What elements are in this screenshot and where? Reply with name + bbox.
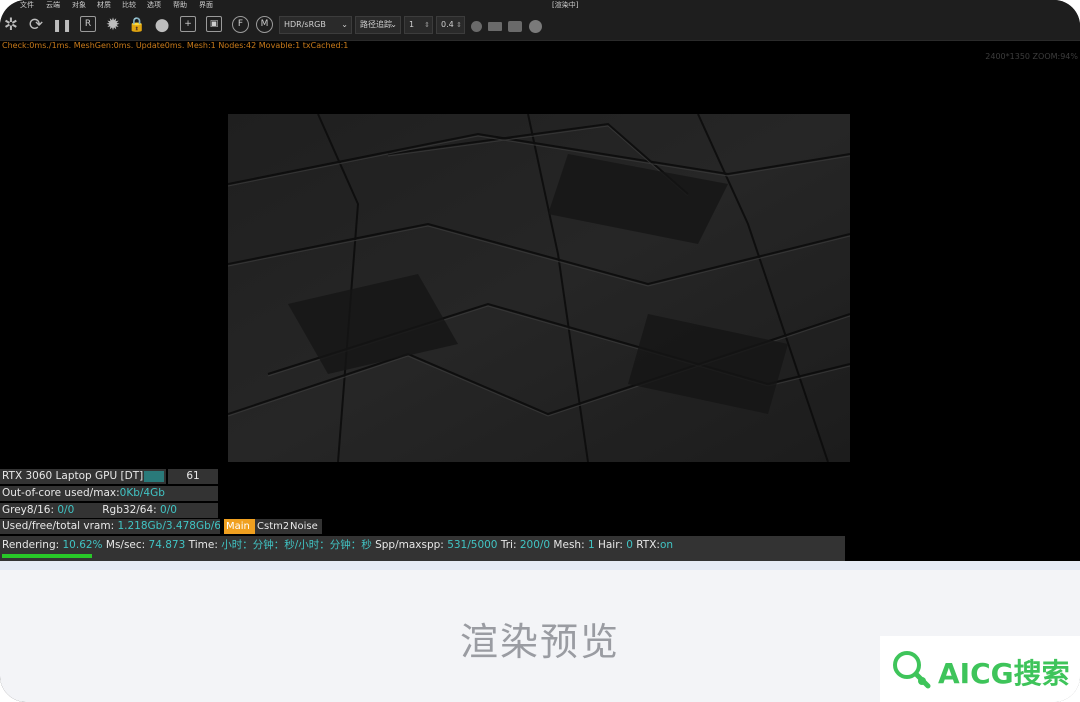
render-progress-fill	[2, 554, 92, 558]
gear-icon[interactable]: ✲	[2, 16, 20, 34]
menu-interface[interactable]: 界面	[199, 0, 213, 10]
chevron-down-icon: ⌄	[341, 20, 348, 29]
render-debug-info: Check:0ms./1ms. MeshGen:0ms. Update0ms. …	[2, 41, 349, 50]
tab-noise[interactable]: Noise	[288, 519, 322, 534]
stepper-icon[interactable]: ⇕	[456, 17, 462, 33]
magnifier-icon	[893, 651, 931, 689]
record-icon[interactable]	[471, 21, 482, 32]
rendering-label: Rendering:	[2, 539, 63, 551]
texture-info: Grey8/16: 0/0 Rgb32/64: 0/0	[0, 503, 218, 518]
value-b: 0.4	[441, 20, 454, 29]
watermark: AICG搜索	[880, 636, 1080, 702]
time-label: Time:	[185, 539, 222, 551]
mesh-label: Mesh:	[550, 539, 588, 551]
menu-file[interactable]: 文件	[20, 0, 34, 10]
menu-help[interactable]: 帮助	[173, 0, 187, 10]
value-a: 1	[409, 20, 415, 29]
gpu-usage-bar	[144, 471, 164, 482]
rendering-status-line: Rendering: 10.62% Ms/sec: 74.873 Time: 小…	[2, 537, 673, 552]
toolbar: ✲ ⟳ ❚❚ R ✹ 🔒 ● + ▣ F M HDR/sRGB ⌄ 路径追踪 ⌄…	[0, 10, 1080, 41]
spp-label: Spp/maxspp:	[371, 539, 448, 551]
ms-value: 74.873	[148, 539, 186, 551]
vram-label: Used/free/total vram:	[2, 520, 118, 532]
window-title: [渲染中]	[552, 1, 579, 9]
footer-divider	[0, 561, 1080, 570]
time-value: 小时：分钟：秒/小时：分钟：秒	[221, 539, 372, 551]
vram-info: Used/free/total vram: 1.218Gb/3.478Gb/6G	[0, 519, 220, 534]
gpu-info: RTX 3060 Laptop GPU [DT]89	[0, 469, 166, 484]
m-circle-icon[interactable]: M	[256, 16, 273, 33]
kernel-select[interactable]: 路径追踪 ⌄	[355, 16, 401, 34]
add-region-icon[interactable]: +	[180, 16, 196, 32]
focus-f-icon[interactable]: F	[232, 16, 249, 33]
gpu-name: RTX 3060 Laptop GPU [DT]	[2, 470, 144, 482]
colorspace-select[interactable]: HDR/sRGB ⌄	[279, 16, 352, 34]
resolution-zoom-info: 2400*1350 ZOOM:94%	[985, 52, 1078, 61]
kernel-value: 路径追踪	[360, 20, 392, 29]
region-select-icon[interactable]: ▣	[206, 16, 222, 32]
caption-footer: 渲染预览 AICG搜索	[0, 561, 1080, 702]
menu-cloud[interactable]: 云端	[46, 0, 60, 10]
film-icon[interactable]	[488, 22, 502, 31]
refresh-icon[interactable]: ⟳	[27, 16, 45, 34]
tab-cstm2[interactable]: Cstm2	[255, 519, 289, 534]
vram-value: 1.218Gb/3.478Gb/6G	[117, 520, 220, 532]
mesh-value: 1	[587, 539, 595, 551]
menu-object[interactable]: 对象	[72, 0, 86, 10]
sphere-icon[interactable]: ●	[153, 16, 171, 34]
pause-icon[interactable]: ❚❚	[52, 16, 72, 34]
render-preview[interactable]	[228, 114, 850, 462]
outofcore-info: Out-of-core used/max:0Kb/4Gb	[0, 486, 218, 501]
menu-compare[interactable]: 比较	[122, 0, 136, 10]
rendering-status-bar: Rendering: 10.62% Ms/sec: 74.873 Time: 小…	[0, 536, 845, 561]
value-b-spinbox[interactable]: 0.4 ⇕	[436, 16, 465, 34]
grey-value: 0/0	[57, 504, 75, 516]
value-a-spinbox[interactable]: 1 ⇕	[404, 16, 433, 34]
camera-icon[interactable]	[508, 21, 522, 32]
rgb-label: Rgb32/64:	[102, 504, 161, 516]
render-progress	[2, 554, 845, 558]
watermark-text: AICG搜索	[938, 657, 1070, 690]
hair-label: Hair:	[594, 539, 627, 551]
gpu-count: 61	[168, 469, 218, 484]
spp-value: 531/5000	[447, 539, 498, 551]
ms-label: Ms/sec:	[102, 539, 149, 551]
lock-icon[interactable]: 🔒	[128, 16, 146, 34]
stepper-icon[interactable]: ⇕	[424, 17, 430, 33]
menu-material[interactable]: 材质	[97, 0, 111, 10]
tab-main[interactable]: Main	[224, 519, 256, 534]
rendering-percent: 10.62%	[62, 539, 103, 551]
grey-label: Grey8/16:	[2, 504, 58, 516]
render-image	[228, 114, 850, 462]
outofcore-value: 0Kb/4Gb	[119, 487, 165, 499]
rtx-value: on	[659, 539, 674, 551]
tri-label: Tri:	[497, 539, 520, 551]
menu-bar: 文件 云端 对象 材质 比较 选项 帮助 界面 [渲染中]	[0, 0, 1080, 10]
settings-icon[interactable]: ✹	[104, 16, 122, 34]
outofcore-label: Out-of-core used/max:	[2, 487, 120, 499]
tri-value: 200/0	[519, 539, 551, 551]
material-ball-icon[interactable]	[529, 20, 542, 33]
hair-value: 0	[626, 539, 633, 551]
rtx-label: RTX:	[632, 539, 660, 551]
menu-options[interactable]: 选项	[147, 0, 161, 10]
colorspace-value: HDR/sRGB	[284, 20, 326, 29]
rgb-value: 0/0	[160, 504, 177, 516]
app-window: 文件 云端 对象 材质 比较 选项 帮助 界面 [渲染中] ✲ ⟳ ❚❚ R ✹…	[0, 0, 1080, 702]
r-box-icon[interactable]: R	[80, 16, 96, 32]
chevron-down-icon: ⌄	[390, 20, 397, 29]
